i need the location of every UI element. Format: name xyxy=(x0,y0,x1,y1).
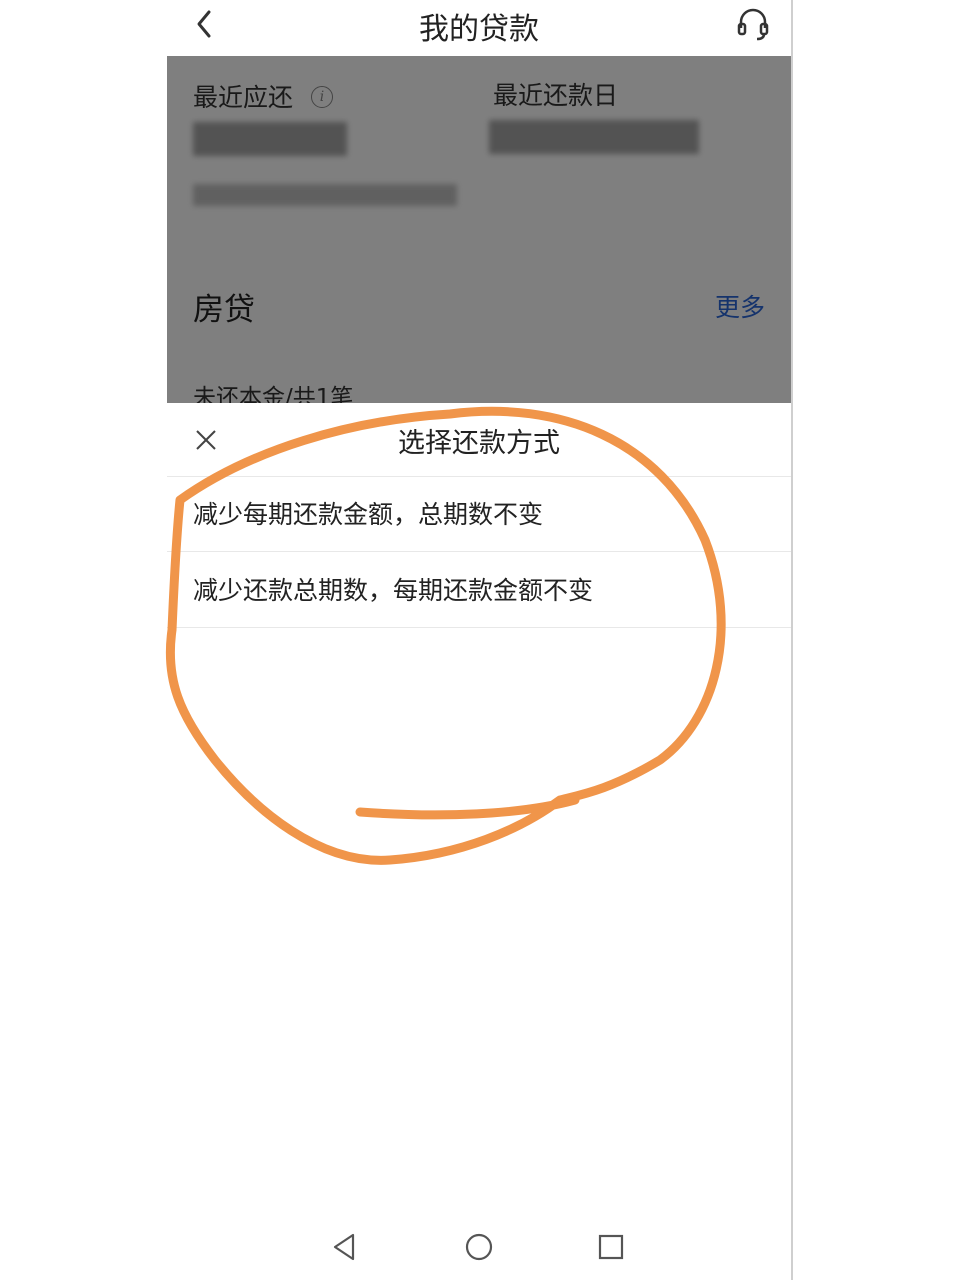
modal-backdrop[interactable] xyxy=(167,56,791,403)
top-navigation-bar: 我的贷款 xyxy=(167,0,791,56)
page-title: 我的贷款 xyxy=(419,12,539,47)
square-recent-icon xyxy=(598,1234,624,1260)
phone-screen: 我的贷款 最近应还 i 最近还款日 房贷 更多 未还本金/共1笔 选择 xyxy=(167,0,791,1280)
divider xyxy=(167,551,791,552)
triangle-back-icon xyxy=(333,1233,355,1261)
nav-recent-button[interactable] xyxy=(595,1231,627,1263)
sheet-title: 选择还款方式 xyxy=(398,428,560,459)
headset-icon xyxy=(737,8,769,41)
option-reduce-term[interactable]: 减少还款总期数，每期还款金额不变 xyxy=(167,553,791,628)
customer-service-button[interactable] xyxy=(733,4,773,44)
screen-edge xyxy=(791,0,793,1280)
option-label: 减少还款总期数，每期还款金额不变 xyxy=(193,576,594,605)
nav-home-button[interactable] xyxy=(463,1231,495,1263)
option-label: 减少每期还款金额，总期数不变 xyxy=(193,500,544,529)
divider xyxy=(167,627,791,628)
repayment-method-sheet: 选择还款方式 减少每期还款金额，总期数不变 减少还款总期数，每期还款金额不变 xyxy=(167,403,791,1280)
option-reduce-installment[interactable]: 减少每期还款金额，总期数不变 xyxy=(167,477,791,552)
nav-back-button[interactable] xyxy=(329,1231,361,1263)
system-navigation-bar xyxy=(167,1215,791,1280)
circle-home-icon xyxy=(465,1233,493,1261)
